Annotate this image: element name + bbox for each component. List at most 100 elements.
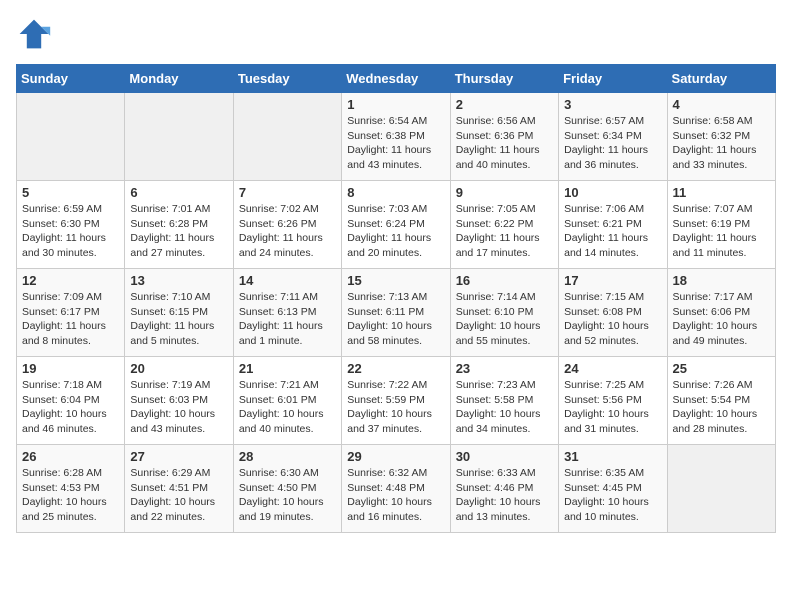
day-info: Sunrise: 7:13 AM Sunset: 6:11 PM Dayligh… — [347, 290, 444, 349]
day-number: 4 — [673, 97, 770, 112]
day-cell: 26 Sunrise: 6:28 AM Sunset: 4:53 PM Dayli… — [17, 445, 125, 533]
day-cell: 1 Sunrise: 6:54 AM Sunset: 6:38 PM Daylig… — [342, 93, 450, 181]
day-cell: 24 Sunrise: 7:25 AM Sunset: 5:56 PM Dayli… — [559, 357, 667, 445]
day-cell: 5 Sunrise: 6:59 AM Sunset: 6:30 PM Daylig… — [17, 181, 125, 269]
day-cell: 27 Sunrise: 6:29 AM Sunset: 4:51 PM Dayli… — [125, 445, 233, 533]
day-cell: 13 Sunrise: 7:10 AM Sunset: 6:15 PM Dayli… — [125, 269, 233, 357]
day-cell: 4 Sunrise: 6:58 AM Sunset: 6:32 PM Daylig… — [667, 93, 775, 181]
day-info: Sunrise: 7:10 AM Sunset: 6:15 PM Dayligh… — [130, 290, 227, 349]
weekday-header-sunday: Sunday — [17, 65, 125, 93]
day-info: Sunrise: 7:23 AM Sunset: 5:58 PM Dayligh… — [456, 378, 553, 437]
page-header — [16, 16, 776, 52]
day-number: 12 — [22, 273, 119, 288]
day-number: 19 — [22, 361, 119, 376]
day-info: Sunrise: 7:07 AM Sunset: 6:19 PM Dayligh… — [673, 202, 770, 261]
day-number: 26 — [22, 449, 119, 464]
day-number: 1 — [347, 97, 444, 112]
week-row-3: 12Sunrise: 7:09 AM Sunset: 6:17 PM Dayli… — [17, 269, 776, 357]
day-cell: 17 Sunrise: 7:15 AM Sunset: 6:08 PM Dayli… — [559, 269, 667, 357]
day-cell: 7 Sunrise: 7:02 AM Sunset: 6:26 PM Daylig… — [233, 181, 341, 269]
day-cell: 15Sunrise: 7:13 AM Sunset: 6:11 PM Dayli… — [342, 269, 450, 357]
day-info: Sunrise: 7:01 AM Sunset: 6:28 PM Dayligh… — [130, 202, 227, 261]
day-info: Sunrise: 6:28 AM Sunset: 4:53 PM Dayligh… — [22, 466, 119, 525]
week-row-1: 1 Sunrise: 6:54 AM Sunset: 6:38 PM Daylig… — [17, 93, 776, 181]
day-number: 29 — [347, 449, 444, 464]
day-info: Sunrise: 7:03 AM Sunset: 6:24 PM Dayligh… — [347, 202, 444, 261]
weekday-header-friday: Friday — [559, 65, 667, 93]
day-number: 7 — [239, 185, 336, 200]
day-number: 21 — [239, 361, 336, 376]
day-cell: 29 Sunrise: 6:32 AM Sunset: 4:48 PM Dayli… — [342, 445, 450, 533]
day-info: Sunrise: 7:05 AM Sunset: 6:22 PM Dayligh… — [456, 202, 553, 261]
day-cell: 19 Sunrise: 7:18 AM Sunset: 6:04 PM Dayli… — [17, 357, 125, 445]
day-cell — [667, 445, 775, 533]
weekday-header-thursday: Thursday — [450, 65, 558, 93]
logo-icon — [16, 16, 52, 52]
day-number: 6 — [130, 185, 227, 200]
day-info: Sunrise: 6:58 AM Sunset: 6:32 PM Dayligh… — [673, 114, 770, 173]
calendar-table: SundayMondayTuesdayWednesdayThursdayFrid… — [16, 64, 776, 533]
day-info: Sunrise: 6:59 AM Sunset: 6:30 PM Dayligh… — [22, 202, 119, 261]
day-number: 27 — [130, 449, 227, 464]
day-cell: 31 Sunrise: 6:35 AM Sunset: 4:45 PM Dayli… — [559, 445, 667, 533]
week-row-4: 19 Sunrise: 7:18 AM Sunset: 6:04 PM Dayli… — [17, 357, 776, 445]
weekday-header-monday: Monday — [125, 65, 233, 93]
day-cell — [233, 93, 341, 181]
day-number: 22 — [347, 361, 444, 376]
day-number: 25 — [673, 361, 770, 376]
day-number: 18 — [673, 273, 770, 288]
weekday-header-wednesday: Wednesday — [342, 65, 450, 93]
week-row-5: 26 Sunrise: 6:28 AM Sunset: 4:53 PM Dayli… — [17, 445, 776, 533]
day-info: Sunrise: 6:35 AM Sunset: 4:45 PM Dayligh… — [564, 466, 661, 525]
day-info: Sunrise: 7:17 AM Sunset: 6:06 PM Dayligh… — [673, 290, 770, 349]
day-number: 24 — [564, 361, 661, 376]
day-number: 13 — [130, 273, 227, 288]
day-number: 5 — [22, 185, 119, 200]
week-row-2: 5 Sunrise: 6:59 AM Sunset: 6:30 PM Daylig… — [17, 181, 776, 269]
day-cell: 16 Sunrise: 7:14 AM Sunset: 6:10 PM Dayli… — [450, 269, 558, 357]
day-cell: 8 Sunrise: 7:03 AM Sunset: 6:24 PM Daylig… — [342, 181, 450, 269]
day-info: Sunrise: 6:30 AM Sunset: 4:50 PM Dayligh… — [239, 466, 336, 525]
day-info: Sunrise: 7:26 AM Sunset: 5:54 PM Dayligh… — [673, 378, 770, 437]
day-number: 2 — [456, 97, 553, 112]
day-number: 20 — [130, 361, 227, 376]
day-number: 31 — [564, 449, 661, 464]
day-info: Sunrise: 7:25 AM Sunset: 5:56 PM Dayligh… — [564, 378, 661, 437]
day-info: Sunrise: 6:33 AM Sunset: 4:46 PM Dayligh… — [456, 466, 553, 525]
day-cell: 20 Sunrise: 7:19 AM Sunset: 6:03 PM Dayli… — [125, 357, 233, 445]
day-info: Sunrise: 7:19 AM Sunset: 6:03 PM Dayligh… — [130, 378, 227, 437]
day-info: Sunrise: 6:29 AM Sunset: 4:51 PM Dayligh… — [130, 466, 227, 525]
day-cell: 23Sunrise: 7:23 AM Sunset: 5:58 PM Dayli… — [450, 357, 558, 445]
day-cell: 22 Sunrise: 7:22 AM Sunset: 5:59 PM Dayli… — [342, 357, 450, 445]
day-cell: 25 Sunrise: 7:26 AM Sunset: 5:54 PM Dayli… — [667, 357, 775, 445]
day-cell: 2 Sunrise: 6:56 AM Sunset: 6:36 PM Daylig… — [450, 93, 558, 181]
day-cell: 6 Sunrise: 7:01 AM Sunset: 6:28 PM Daylig… — [125, 181, 233, 269]
day-number: 30 — [456, 449, 553, 464]
day-cell: 30 Sunrise: 6:33 AM Sunset: 4:46 PM Dayli… — [450, 445, 558, 533]
weekday-header-row: SundayMondayTuesdayWednesdayThursdayFrid… — [17, 65, 776, 93]
day-info: Sunrise: 6:54 AM Sunset: 6:38 PM Dayligh… — [347, 114, 444, 173]
day-number: 17 — [564, 273, 661, 288]
day-number: 3 — [564, 97, 661, 112]
day-info: Sunrise: 6:32 AM Sunset: 4:48 PM Dayligh… — [347, 466, 444, 525]
day-info: Sunrise: 7:14 AM Sunset: 6:10 PM Dayligh… — [456, 290, 553, 349]
day-info: Sunrise: 7:15 AM Sunset: 6:08 PM Dayligh… — [564, 290, 661, 349]
day-info: Sunrise: 7:02 AM Sunset: 6:26 PM Dayligh… — [239, 202, 336, 261]
day-info: Sunrise: 6:56 AM Sunset: 6:36 PM Dayligh… — [456, 114, 553, 173]
day-cell: 18 Sunrise: 7:17 AM Sunset: 6:06 PM Dayli… — [667, 269, 775, 357]
day-cell: 21 Sunrise: 7:21 AM Sunset: 6:01 PM Dayli… — [233, 357, 341, 445]
day-number: 10 — [564, 185, 661, 200]
day-number: 16 — [456, 273, 553, 288]
day-cell: 28Sunrise: 6:30 AM Sunset: 4:50 PM Dayli… — [233, 445, 341, 533]
day-info: Sunrise: 6:57 AM Sunset: 6:34 PM Dayligh… — [564, 114, 661, 173]
day-cell: 10 Sunrise: 7:06 AM Sunset: 6:21 PM Dayli… — [559, 181, 667, 269]
weekday-header-tuesday: Tuesday — [233, 65, 341, 93]
weekday-header-saturday: Saturday — [667, 65, 775, 93]
day-info: Sunrise: 7:06 AM Sunset: 6:21 PM Dayligh… — [564, 202, 661, 261]
day-cell — [17, 93, 125, 181]
day-number: 8 — [347, 185, 444, 200]
day-info: Sunrise: 7:22 AM Sunset: 5:59 PM Dayligh… — [347, 378, 444, 437]
day-info: Sunrise: 7:21 AM Sunset: 6:01 PM Dayligh… — [239, 378, 336, 437]
day-info: Sunrise: 7:18 AM Sunset: 6:04 PM Dayligh… — [22, 378, 119, 437]
logo — [16, 16, 56, 52]
